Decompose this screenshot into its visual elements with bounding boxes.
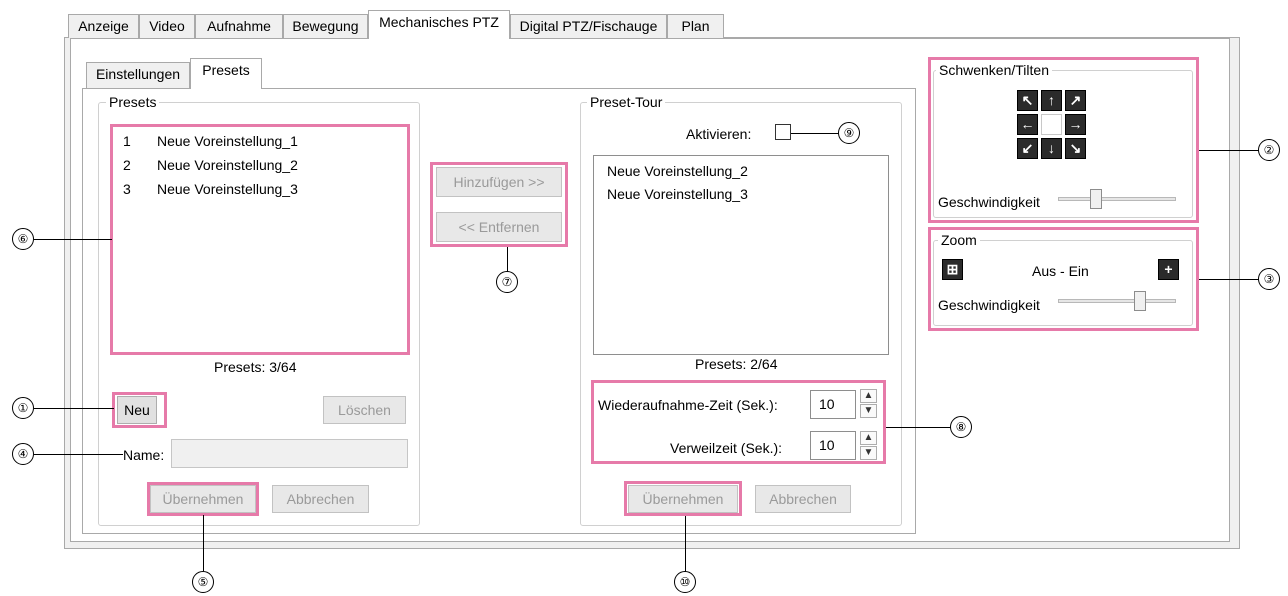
callout-8: ⑧ xyxy=(950,416,972,438)
pantilt-group-label: Schwenken/Tilten xyxy=(936,62,1052,78)
dwell-down-button[interactable]: ▼ xyxy=(860,446,877,460)
callout-5: ⑤ xyxy=(192,571,214,593)
delete-button[interactable]: Löschen xyxy=(323,396,406,424)
resume-up-button[interactable]: ▲ xyxy=(860,389,877,403)
tour-item[interactable]: Neue Voreinstellung_2 xyxy=(607,163,748,179)
presets-cancel-button[interactable]: Abbrechen xyxy=(272,485,369,513)
callout-line-2 xyxy=(1199,150,1259,151)
zoom-range-label: Aus - Ein xyxy=(1032,263,1089,279)
dwell-field[interactable]: 10 xyxy=(810,431,856,460)
tab-anzeige[interactable]: Anzeige xyxy=(68,14,139,38)
zoom-group xyxy=(933,240,1193,326)
activate-label: Aktivieren: xyxy=(686,126,752,142)
tab-mechanisches-ptz[interactable]: Mechanisches PTZ xyxy=(368,10,510,39)
callout-4: ④ xyxy=(12,443,34,465)
callout-10: ⑩ xyxy=(674,571,696,593)
callout-9: ⑨ xyxy=(838,122,860,144)
callout-line-6 xyxy=(34,239,112,240)
callout-6: ⑥ xyxy=(12,228,34,250)
tilt-down-button[interactable]: ↓ xyxy=(1041,138,1062,159)
tour-list[interactable] xyxy=(593,155,889,355)
callout-line-3 xyxy=(1199,279,1259,280)
callout-3: ③ xyxy=(1258,268,1280,290)
pantilt-speed-slider[interactable] xyxy=(1089,189,1102,209)
callout-line-4 xyxy=(34,454,123,455)
pan-down-left-button[interactable]: ↙ xyxy=(1017,138,1038,159)
dwell-label: Verweilzeit (Sek.): xyxy=(670,440,783,456)
callout-line-8 xyxy=(886,427,951,428)
callout-2: ② xyxy=(1258,139,1280,161)
preset-item-number: 3 xyxy=(123,181,131,197)
tilt-up-button[interactable]: ↑ xyxy=(1041,90,1062,111)
pan-down-right-button[interactable]: ↘ xyxy=(1065,138,1086,159)
preset-item[interactable]: Neue Voreinstellung_1 xyxy=(157,133,298,149)
tab-bewegung[interactable]: Bewegung xyxy=(283,14,368,38)
tour-apply-button[interactable]: Übernehmen xyxy=(628,485,738,513)
zoom-in-button[interactable]: + xyxy=(1158,259,1179,280)
presets-group-label: Presets xyxy=(106,94,160,110)
zoom-group-label: Zoom xyxy=(938,232,980,248)
home-button[interactable] xyxy=(1041,114,1062,135)
remove-button[interactable]: << Entfernen xyxy=(436,212,562,242)
tab-digital-ptz[interactable]: Digital PTZ/Fischauge xyxy=(510,14,667,38)
tab-video[interactable]: Video xyxy=(139,14,195,38)
tab-plan[interactable]: Plan xyxy=(667,14,724,38)
zoom-speed-track[interactable] xyxy=(1058,299,1176,303)
subtab-einstellungen[interactable]: Einstellungen xyxy=(86,62,190,88)
pan-left-button[interactable]: ← xyxy=(1017,114,1038,135)
activate-checkbox[interactable] xyxy=(775,124,791,140)
subtab-presets[interactable]: Presets xyxy=(190,58,262,89)
zoom-out-button[interactable]: ⊞ xyxy=(942,259,963,280)
add-button[interactable]: Hinzufügen >> xyxy=(436,167,562,197)
resume-down-button[interactable]: ▼ xyxy=(860,404,877,418)
presets-count: Presets: 3/64 xyxy=(214,359,297,375)
zoom-speed-label: Geschwindigkeit xyxy=(938,297,1040,313)
pantilt-speed-track[interactable] xyxy=(1058,197,1176,201)
callout-7: ⑦ xyxy=(496,271,518,293)
tour-group-label: Preset-Tour xyxy=(587,94,666,110)
name-label: Name: xyxy=(123,447,165,463)
preset-item-number: 1 xyxy=(123,133,131,149)
pan-up-left-button[interactable]: ↖ xyxy=(1017,90,1038,111)
dwell-up-button[interactable]: ▲ xyxy=(860,431,877,445)
presets-apply-button[interactable]: Übernehmen xyxy=(150,485,256,513)
resume-label: Wiederaufnahme-Zeit (Sek.): xyxy=(598,397,778,413)
callout-line-9 xyxy=(791,133,839,134)
preset-item[interactable]: Neue Voreinstellung_2 xyxy=(157,157,298,173)
callout-1: ① xyxy=(12,397,34,419)
tour-cancel-button[interactable]: Abbrechen xyxy=(755,485,851,513)
resume-field[interactable]: 10 xyxy=(810,390,856,419)
tab-aufnahme[interactable]: Aufnahme xyxy=(195,14,283,38)
callout-line-7 xyxy=(507,247,508,272)
callout-line-10 xyxy=(685,516,686,572)
pan-right-button[interactable]: → xyxy=(1065,114,1086,135)
name-field[interactable] xyxy=(171,439,408,468)
preset-item-number: 2 xyxy=(123,157,131,173)
zoom-speed-slider[interactable] xyxy=(1134,291,1147,311)
preset-item[interactable]: Neue Voreinstellung_3 xyxy=(157,181,298,197)
new-button[interactable]: Neu xyxy=(117,396,157,424)
callout-line-5 xyxy=(203,515,204,571)
callout-line-1 xyxy=(34,408,114,409)
tour-count: Presets: 2/64 xyxy=(695,356,778,372)
tour-item[interactable]: Neue Voreinstellung_3 xyxy=(607,186,748,202)
pantilt-speed-label: Geschwindigkeit xyxy=(938,194,1040,210)
pan-up-right-button[interactable]: ↗ xyxy=(1065,90,1086,111)
